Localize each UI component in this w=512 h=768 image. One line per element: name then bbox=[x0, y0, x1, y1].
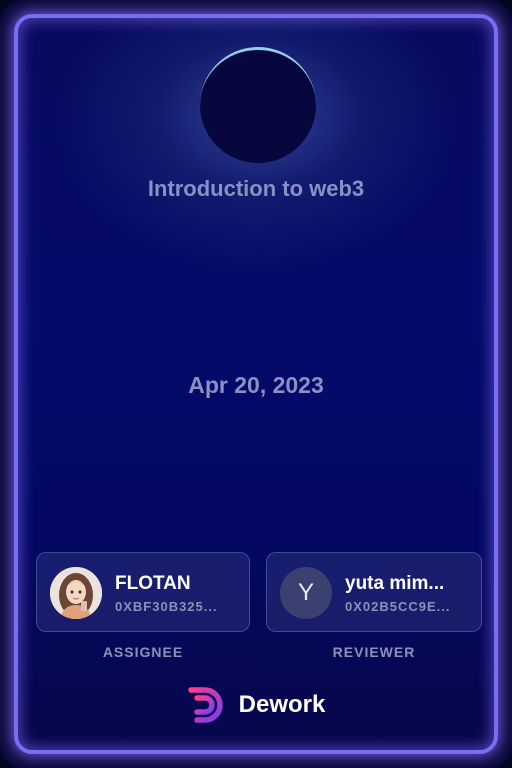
assignee-avatar bbox=[50, 567, 102, 619]
assignee-address: 0XBF30B325... bbox=[115, 599, 218, 614]
task-title: Introduction to web3 bbox=[147, 176, 365, 201]
dework-logo-icon bbox=[187, 687, 223, 723]
reviewer-role-label: REVIEWER bbox=[332, 644, 416, 660]
task-date: Apr 20, 2023 bbox=[188, 372, 324, 398]
reviewer-chip[interactable]: Y yuta mim... 0X02B5CC9E... bbox=[266, 552, 482, 632]
assignee-name: FLOTAN bbox=[115, 573, 191, 594]
reviewer-avatar: Y bbox=[280, 567, 332, 619]
task-credential-card: Introduction to web3 Apr 20, 2023 FLOTAN… bbox=[14, 14, 498, 754]
assignee-chip[interactable]: FLOTAN 0XBF30B325... bbox=[36, 552, 250, 632]
credential-frame: Introduction to web3 Apr 20, 2023 FLOTAN… bbox=[0, 0, 512, 768]
reviewer-name: yuta mim... bbox=[345, 573, 445, 594]
task-avatar bbox=[200, 47, 316, 163]
brand-footer: Dework bbox=[18, 684, 494, 726]
brand-name: Dework bbox=[238, 691, 326, 718]
assignee-role-label: ASSIGNEE bbox=[102, 644, 184, 660]
reviewer-address: 0X02B5CC9E... bbox=[345, 599, 451, 614]
